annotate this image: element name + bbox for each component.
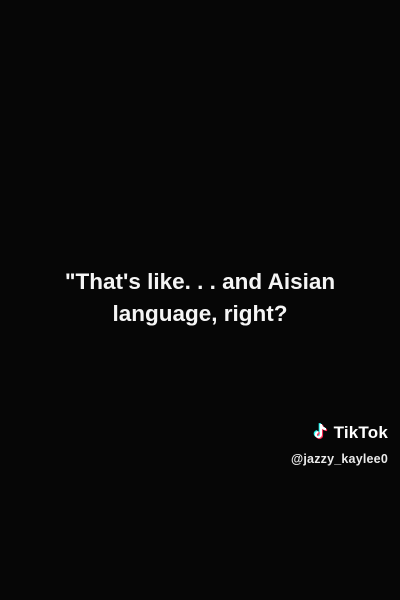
tiktok-logo-icon	[307, 421, 331, 445]
caption-text: "That's like. . . and Aisian language, r…	[20, 266, 380, 330]
creator-handle: @jazzy_kaylee0	[290, 452, 388, 466]
caption-line-2: language, right?	[112, 301, 288, 326]
tiktok-brand-row: TikTok	[258, 421, 388, 445]
video-frame: "That's like. . . and Aisian language, r…	[0, 0, 400, 600]
tiktok-brand-name: TikTok	[333, 423, 388, 442]
caption-line-1: "That's like. . . and Aisian	[64, 269, 336, 294]
tiktok-watermark: TikTok @jazzy_kaylee0	[258, 421, 388, 466]
